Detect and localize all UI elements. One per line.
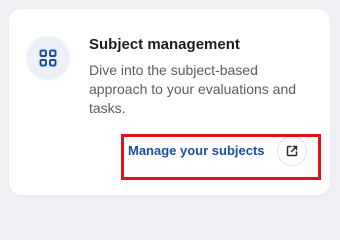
manage-subjects-link[interactable]: Manage your subjects xyxy=(128,142,265,160)
card-title: Subject management xyxy=(89,36,240,53)
external-link-icon xyxy=(286,145,298,157)
open-subjects-button[interactable] xyxy=(277,136,307,166)
subject-management-card: Subject management Dive into the subject… xyxy=(9,9,330,195)
page: Subject management Dive into the subject… xyxy=(0,0,340,206)
card-description: Dive into the subject-based approach to … xyxy=(89,62,297,116)
grid-icon xyxy=(26,36,70,80)
